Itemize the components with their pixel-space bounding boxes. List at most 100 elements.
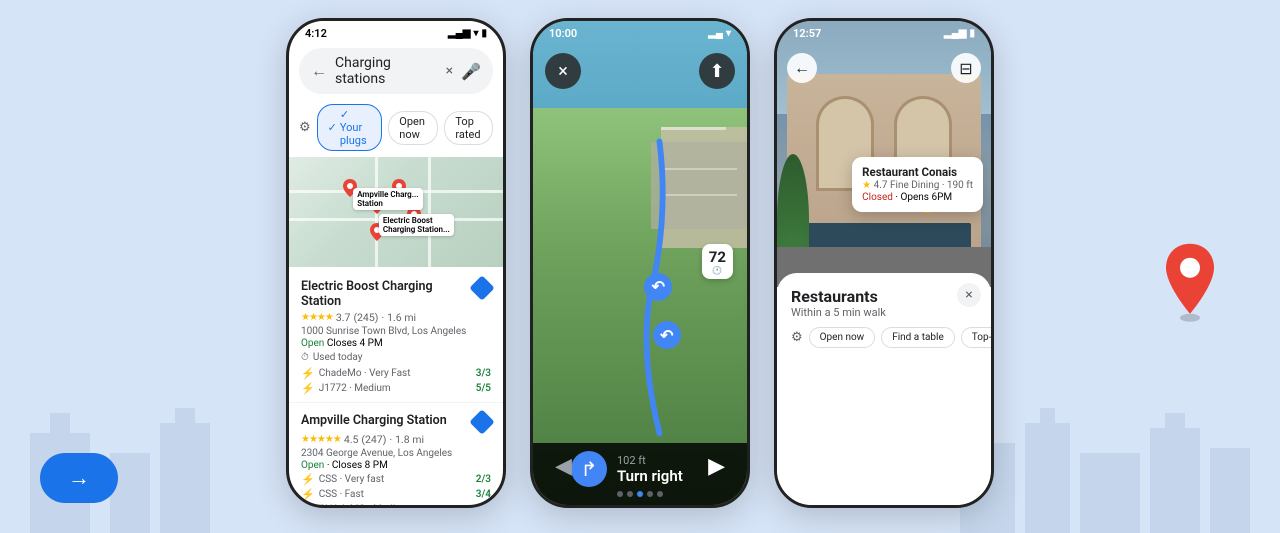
restaurant-rating-stars: ★ bbox=[862, 180, 873, 191]
closes-1: Closes 4 PM bbox=[327, 338, 383, 349]
review-count-2: (247) bbox=[361, 433, 386, 446]
open-label-1: Open bbox=[301, 338, 324, 349]
dot-2: · bbox=[389, 433, 392, 446]
station-item-2[interactable]: Ampville Charging Station ★★★★★ 4.5 (247… bbox=[289, 403, 503, 508]
bottom-rated-label: Top-rated bbox=[972, 332, 994, 343]
signal-icon: ▂▄▆ bbox=[448, 28, 470, 39]
clear-icon[interactable]: × bbox=[446, 63, 453, 79]
station-status-2: Open · Closes 8 PM bbox=[301, 460, 491, 471]
bolt-2a: ⚡ bbox=[301, 473, 315, 486]
nav-dot-3 bbox=[637, 491, 643, 497]
clock-icon-1: ⏱ bbox=[301, 352, 309, 363]
arrow-icon: → bbox=[68, 465, 90, 491]
bottom-filter-bar: ⚙ Open now Find a table Top-rated More bbox=[791, 327, 977, 348]
status-icons-phone3: ▂▄▆ ▮ bbox=[944, 28, 975, 39]
charger-row-2b: ⚡ CSS · Fast 3/4 bbox=[301, 487, 491, 502]
nav-dot-4 bbox=[647, 491, 653, 497]
route-arrow-2: ↶ bbox=[653, 321, 681, 349]
map-label-electric: Electric BoostCharging Station... bbox=[379, 214, 454, 236]
opens-time: Opens 6PM bbox=[900, 192, 952, 203]
nav-text-block: 102 ft Turn right bbox=[617, 454, 683, 485]
charger-type-2c: CHAdeMO · Medium bbox=[319, 504, 410, 508]
back-icon[interactable]: ← bbox=[311, 61, 327, 81]
arrow-button[interactable]: → bbox=[40, 453, 118, 503]
bottom-tune-icon[interactable]: ⚙ bbox=[791, 330, 803, 345]
phone-navigation: ↶ ↶ 10:00 ▂▄ ▾ × ⬆ 72 🕐 bbox=[530, 18, 750, 508]
signal-icon-p2: ▂▄ bbox=[708, 28, 723, 39]
bottom-table-label: Find a table bbox=[892, 332, 944, 343]
station-used-1: ⏱ Used today bbox=[301, 352, 491, 363]
time-phone1: 4:12 bbox=[305, 27, 327, 40]
nav-prev-button[interactable]: ◀ bbox=[555, 454, 572, 479]
review-count-1: (245) bbox=[353, 311, 378, 324]
closed-label: Closed bbox=[862, 192, 893, 203]
bottom-sheet-subtitle: Within a 5 min walk bbox=[791, 306, 977, 319]
filter-bar: ⚙ ✓ ✓ Your plugs Open now Top rated bbox=[289, 100, 503, 155]
bottom-chip-rated[interactable]: Top-rated bbox=[961, 327, 994, 348]
street-nav-back-button[interactable]: ← bbox=[787, 53, 817, 83]
nav-instruction: Turn right bbox=[617, 467, 683, 485]
wifi-icon-p2: ▾ bbox=[726, 28, 731, 39]
map-thumbnail[interactable]: Ampville Charg...Station Electric BoostC… bbox=[289, 157, 503, 267]
charger-count-1a: 3/3 bbox=[476, 368, 491, 379]
station-name-1: Electric Boost Charging Station bbox=[301, 279, 471, 309]
bolt-2c: ⚡ bbox=[301, 503, 315, 508]
station-addr-2: 2304 George Avenue, Los Angeles bbox=[301, 448, 491, 459]
status-bar-phone1: 4:12 ▂▄▆ ▾ ▮ bbox=[289, 21, 503, 42]
clock-icon-speed: 🕐 bbox=[712, 266, 722, 275]
nav-next-button[interactable]: ▶ bbox=[708, 454, 725, 479]
speed-unit: 🕐 bbox=[709, 266, 726, 275]
restaurant-card-info: ★ 4.7 Fine Dining · 190 ft bbox=[862, 180, 973, 191]
bottom-chip-open[interactable]: Open now bbox=[809, 327, 876, 348]
station-list: Electric Boost Charging Station ★★★★ 3.7… bbox=[289, 269, 503, 508]
nav-progress-dots bbox=[571, 491, 709, 497]
nav-dot-2 bbox=[627, 491, 633, 497]
charger-left-2a: ⚡ CSS · Very fast bbox=[301, 473, 384, 486]
charger-type-1a: ChadeMo · Very Fast bbox=[319, 368, 411, 379]
filter-chip-plugs[interactable]: ✓ ✓ Your plugs bbox=[317, 104, 383, 151]
nav-bottom-bar: ◀ ↱ 102 ft Turn right ▶ bbox=[533, 443, 747, 505]
nav-close-button[interactable]: × bbox=[545, 53, 581, 89]
charger-left-1b: ⚡ J1772 · Medium bbox=[301, 382, 391, 395]
station-item-1[interactable]: Electric Boost Charging Station ★★★★ 3.7… bbox=[289, 269, 503, 403]
street-nav-menu-button[interactable]: ⊟ bbox=[951, 53, 981, 83]
search-bar[interactable]: ← Charging stations × 🎤 bbox=[299, 48, 493, 94]
restaurant-bottom-sheet: × Restaurants Within a 5 min walk ⚙ Open… bbox=[777, 273, 991, 505]
mic-icon[interactable]: 🎤 bbox=[461, 62, 481, 81]
bottom-sheet-title: Restaurants bbox=[791, 287, 977, 306]
bolt-1a: ⚡ bbox=[301, 367, 315, 380]
charger-left-1a: ⚡ ChadeMo · Very Fast bbox=[301, 367, 411, 380]
tune-icon[interactable]: ⚙ bbox=[299, 120, 311, 135]
nav-dot-5 bbox=[657, 491, 663, 497]
dist-val-2: 1.8 mi bbox=[395, 433, 424, 446]
nav-turn-icon: ↱ bbox=[571, 451, 607, 487]
wifi-icon: ▾ bbox=[473, 28, 478, 39]
restaurant-card[interactable]: Restaurant Conais ★ 4.7 Fine Dining · 19… bbox=[852, 157, 983, 212]
station-rating-2: ★★★★★ 4.5 (247) · 1.8 mi bbox=[301, 433, 491, 446]
filter-chip-rated[interactable]: Top rated bbox=[444, 111, 493, 145]
dist-val-1: 1.6 mi bbox=[387, 311, 416, 324]
charger-row-1a: ⚡ ChadeMo · Very Fast 3/3 bbox=[301, 366, 491, 381]
plugs-label: ✓ Your plugs bbox=[340, 108, 371, 147]
plugs-check: ✓ bbox=[328, 121, 337, 134]
charger-count-2a: 2/3 bbox=[476, 474, 491, 485]
phone3-content: 12:57 ▂▄▆ ▮ bbox=[777, 21, 991, 505]
charger-type-1b: J1772 · Medium bbox=[319, 383, 391, 394]
restaurant-category: Fine Dining · 190 ft bbox=[890, 180, 973, 191]
restaurant-card-status: Closed · Opens 6PM bbox=[862, 192, 973, 203]
charger-left-2c: ⚡ CHAdeMO · Medium bbox=[301, 503, 409, 508]
nav-share-button[interactable]: ⬆ bbox=[699, 53, 735, 89]
time-phone3: 12:57 bbox=[793, 27, 821, 40]
restaurant-rating-val: 4.7 bbox=[874, 180, 888, 191]
nav-dot-1 bbox=[617, 491, 623, 497]
charger-count-1b: 5/5 bbox=[476, 383, 491, 394]
route-arrow-1: ↶ bbox=[644, 273, 672, 301]
station-rating-1: ★★★★ 3.7 (245) · 1.6 mi bbox=[301, 311, 491, 324]
filter-chip-open[interactable]: Open now bbox=[388, 111, 438, 145]
charger-left-2b: ⚡ CSS · Fast bbox=[301, 488, 364, 501]
bottom-chip-table[interactable]: Find a table bbox=[881, 327, 955, 348]
status-icons-phone1: ▂▄▆ ▾ ▮ bbox=[448, 28, 487, 39]
nav-distance: 102 ft bbox=[617, 454, 683, 467]
bottom-sheet-close-button[interactable]: × bbox=[957, 283, 981, 307]
charger-row-2a: ⚡ CSS · Very fast 2/3 bbox=[301, 472, 491, 487]
